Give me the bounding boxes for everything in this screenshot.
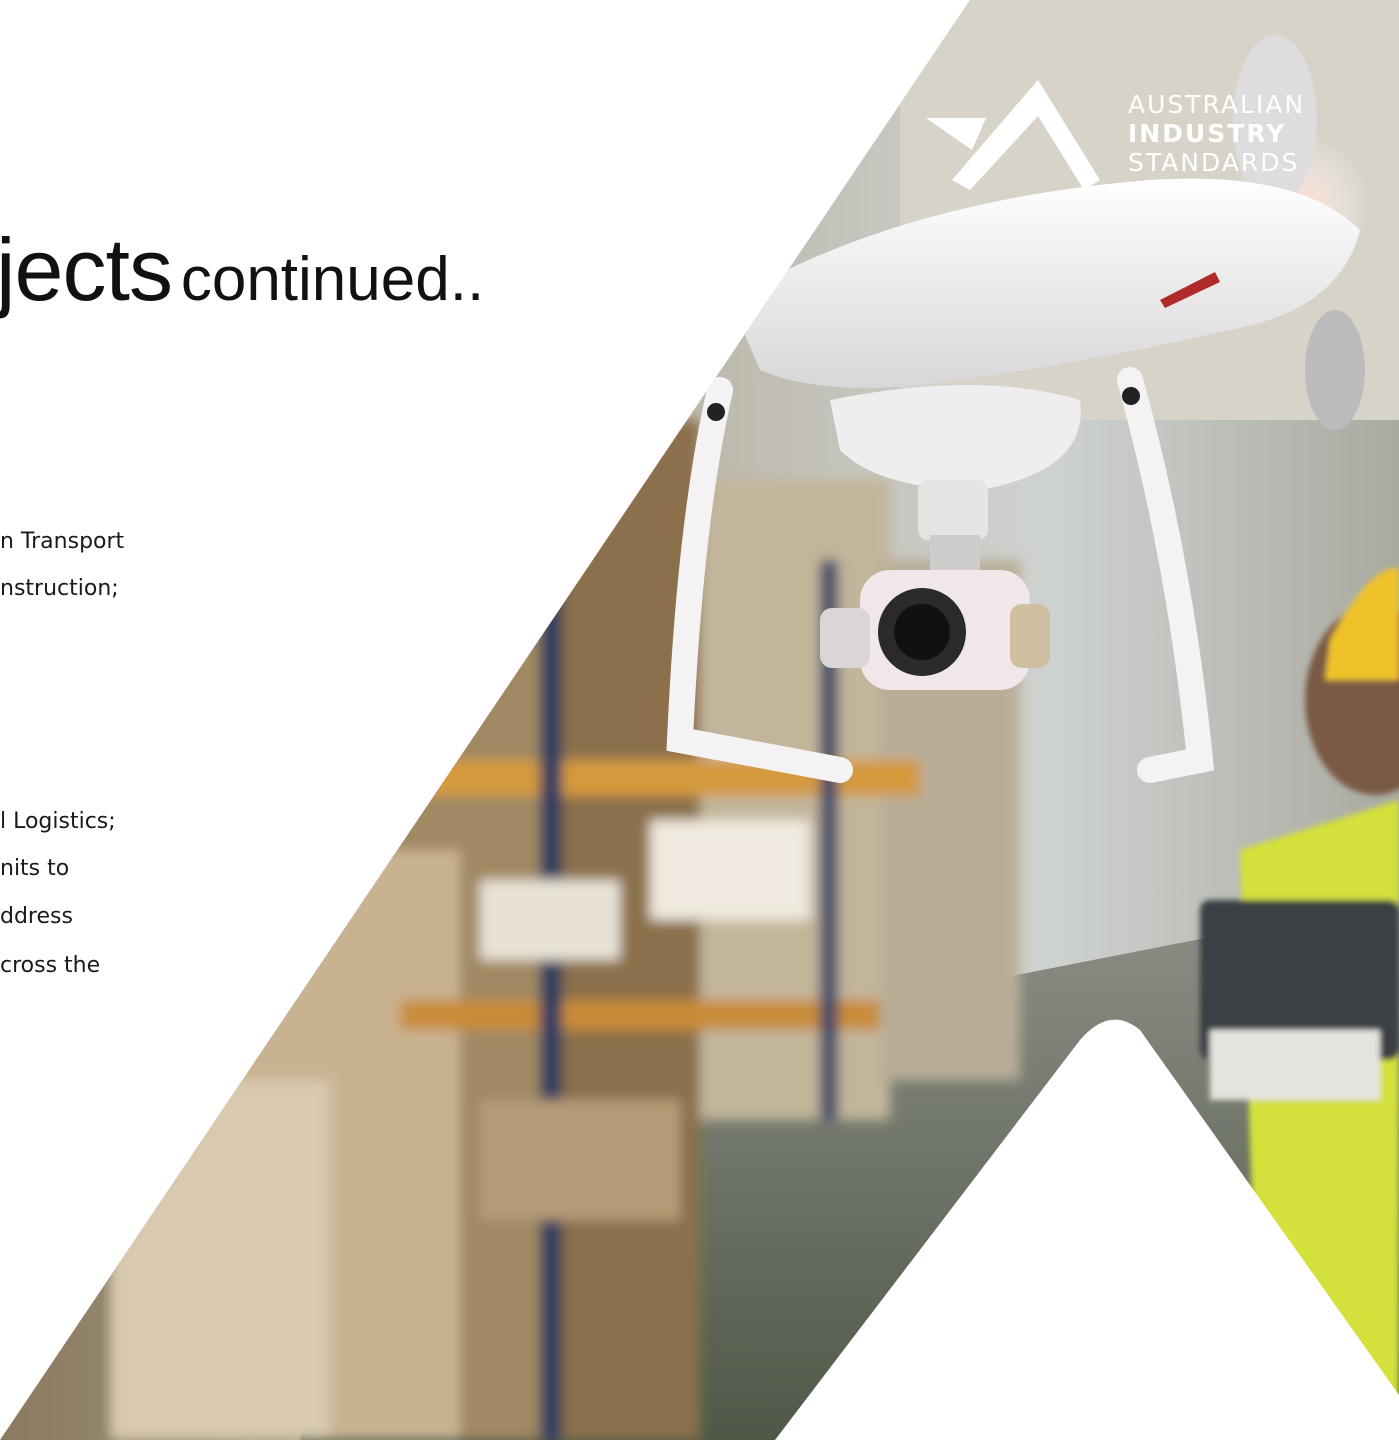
slide: jects continued.. n Transport nstruction… bbox=[0, 0, 1399, 1440]
page-title: jects continued.. bbox=[0, 226, 484, 314]
body-line: l Logistics; bbox=[0, 809, 116, 834]
australian-industry-standards-logo: AUSTRALIAN INDUSTRY STANDARDS bbox=[920, 72, 1320, 202]
body-line: nstruction; bbox=[0, 576, 119, 601]
body-line: cross the bbox=[0, 953, 101, 978]
body-line: ddress bbox=[0, 904, 73, 929]
title-continued: continued.. bbox=[180, 245, 485, 314]
drone-warehouse-photo bbox=[0, 0, 1399, 1440]
body-line: nits to bbox=[0, 856, 70, 881]
logo-mark-icon bbox=[926, 80, 1100, 190]
title-main: jects bbox=[0, 220, 173, 319]
logo-line-industry: INDUSTRY bbox=[1128, 119, 1287, 148]
logo-line-standards: STANDARDS bbox=[1128, 148, 1300, 177]
logo-line-australian: AUSTRALIAN bbox=[1128, 90, 1306, 119]
body-line: n Transport bbox=[0, 529, 125, 554]
